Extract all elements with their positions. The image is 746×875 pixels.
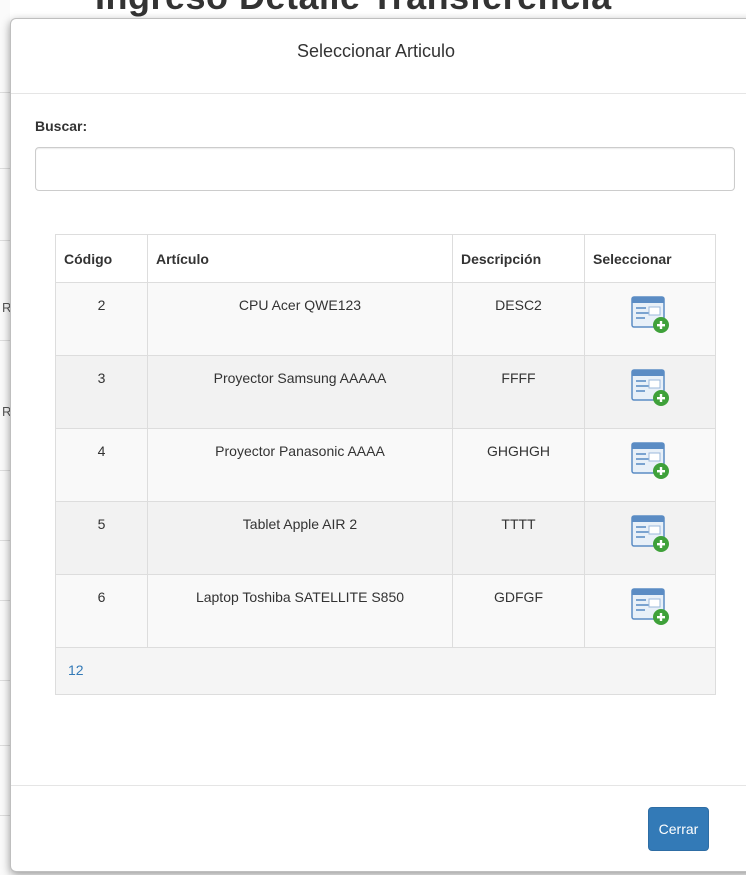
- cell-seleccionar: [584, 501, 716, 575]
- background-page-title: Ingreso Detalle Transferencia: [95, 0, 612, 18]
- select-article-modal: Seleccionar Articulo Buscar: Código Artí…: [10, 18, 746, 872]
- column-header-descripcion: Descripción: [452, 234, 585, 283]
- cell-articulo: Laptop Toshiba SATELLITE S850: [147, 574, 453, 648]
- cell-descripcion: DESC2: [452, 282, 585, 356]
- cell-codigo: 4: [55, 428, 148, 502]
- modal-body: Buscar:: [11, 94, 746, 191]
- background-page-edge: R R: [0, 0, 11, 875]
- cell-seleccionar: [584, 355, 716, 429]
- search-label: Buscar:: [35, 118, 88, 134]
- pager-row: 12: [55, 647, 716, 695]
- table-row: 4 Proyector Panasonic AAAA GHGHGH: [55, 428, 716, 502]
- cell-codigo: 6: [55, 574, 148, 648]
- search-input[interactable]: [35, 147, 735, 191]
- close-button[interactable]: Cerrar: [648, 807, 709, 851]
- cell-codigo: 5: [55, 501, 148, 575]
- table-row: 3 Proyector Samsung AAAAA FFFF: [55, 355, 716, 429]
- table-row: 6 Laptop Toshiba SATELLITE S850 GDFGF: [55, 574, 716, 648]
- cell-descripcion: FFFF: [452, 355, 585, 429]
- modal-header: Seleccionar Articulo: [11, 19, 746, 94]
- cell-articulo: Proyector Panasonic AAAA: [147, 428, 453, 502]
- column-header-seleccionar: Seleccionar: [584, 234, 716, 283]
- table-row: 2 CPU Acer QWE123 DESC2: [55, 282, 716, 356]
- cell-seleccionar: [584, 282, 716, 356]
- table-row: 5 Tablet Apple AIR 2 TTTT: [55, 501, 716, 575]
- cell-descripcion: GHGHGH: [452, 428, 585, 502]
- cell-codigo: 2: [55, 282, 148, 356]
- modal-footer: Cerrar: [11, 785, 746, 873]
- cell-seleccionar: [584, 574, 716, 648]
- add-item-icon[interactable]: [629, 514, 671, 557]
- cell-descripcion: GDFGF: [452, 574, 585, 648]
- page-link[interactable]: 1: [68, 662, 76, 678]
- column-header-articulo: Artículo: [147, 234, 453, 283]
- articles-table: Código Artículo Descripción Seleccionar …: [55, 234, 716, 695]
- cell-articulo: CPU Acer QWE123: [147, 282, 453, 356]
- cell-codigo: 3: [55, 355, 148, 429]
- add-item-icon[interactable]: [629, 587, 671, 630]
- pager: 12: [55, 647, 716, 695]
- add-item-icon[interactable]: [629, 295, 671, 338]
- cell-articulo: Proyector Samsung AAAAA: [147, 355, 453, 429]
- page-link[interactable]: 2: [76, 662, 84, 678]
- add-item-icon[interactable]: [629, 368, 671, 411]
- add-item-icon[interactable]: [629, 441, 671, 484]
- modal-title: Seleccionar Articulo: [296, 41, 456, 61]
- cell-articulo: Tablet Apple AIR 2: [147, 501, 453, 575]
- cell-seleccionar: [584, 428, 716, 502]
- table-header-row: Código Artículo Descripción Seleccionar: [55, 234, 716, 283]
- column-header-codigo: Código: [55, 234, 148, 283]
- cell-descripcion: TTTT: [452, 501, 585, 575]
